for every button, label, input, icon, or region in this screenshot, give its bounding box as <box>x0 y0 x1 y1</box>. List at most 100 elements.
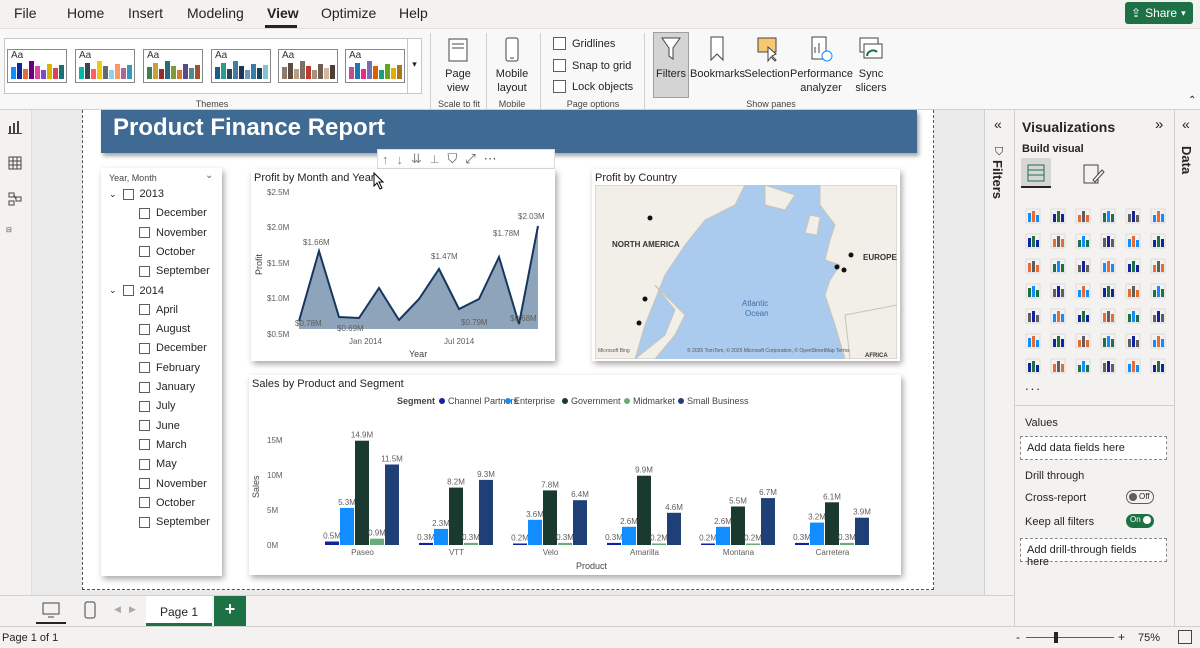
bar[interactable] <box>667 512 681 545</box>
card-visual-icon[interactable] <box>1150 283 1166 299</box>
bar[interactable] <box>370 538 384 545</box>
checkbox-box[interactable] <box>139 265 150 277</box>
expand-chevron-icon[interactable]: « <box>994 116 1002 132</box>
bar[interactable] <box>701 543 715 546</box>
slicer-visual-icon[interactable] <box>1075 308 1091 324</box>
keep-all-filters-toggle[interactable]: On <box>1126 514 1154 528</box>
more-visuals-icon[interactable]: ... <box>1025 378 1042 393</box>
arrow-visual-icon[interactable] <box>1150 358 1166 374</box>
prev-page-icon[interactable]: ◀ <box>114 604 121 615</box>
selection-pane-button[interactable]: Selection <box>744 35 790 81</box>
checkbox-box[interactable] <box>139 420 150 432</box>
checkbox-box[interactable] <box>122 285 134 296</box>
azure-map-visual-icon[interactable] <box>1100 283 1116 299</box>
focus-mode-icon[interactable]: ⤢ <box>465 151 475 167</box>
area-visual-icon[interactable] <box>1050 233 1066 249</box>
bar[interactable] <box>746 543 760 546</box>
gridlines-checkbox[interactable]: Gridlines <box>553 37 615 50</box>
checkbox-box[interactable] <box>139 323 150 335</box>
zoom-in-button[interactable]: + <box>1118 630 1125 644</box>
multi-row-card-visual-icon[interactable] <box>1025 308 1041 324</box>
slicer-month-item[interactable]: February <box>139 362 200 374</box>
chevron-down-icon[interactable]: ⌄ <box>109 189 117 200</box>
slicer-month-item[interactable]: April <box>139 304 178 316</box>
expand-chevron-icon[interactable]: « <box>1182 116 1190 132</box>
bar[interactable] <box>325 541 339 546</box>
slicer-month-item[interactable]: January <box>139 381 195 393</box>
slicer-month-item[interactable]: September <box>139 265 210 277</box>
data-pane[interactable]: « Data <box>1174 110 1200 626</box>
zoom-slider-track[interactable] <box>1026 637 1114 638</box>
bar[interactable] <box>419 542 433 545</box>
format-visual-tab[interactable] <box>1081 162 1105 189</box>
report-title-banner[interactable]: Product Finance Report <box>101 110 917 153</box>
narrative-visual-icon[interactable] <box>1100 358 1116 374</box>
performance-analyzer-button[interactable]: Performance analyzer <box>790 35 853 95</box>
menu-optimize[interactable]: Optimize <box>321 5 376 21</box>
clustered-column-visual-icon[interactable] <box>1100 208 1116 224</box>
checkbox-box[interactable] <box>139 304 150 316</box>
bar[interactable] <box>716 526 730 545</box>
cross-report-toggle[interactable]: Off <box>1126 490 1154 504</box>
menu-home[interactable]: Home <box>67 5 104 21</box>
smart-narrative-visual-icon[interactable] <box>1125 333 1141 349</box>
bar[interactable] <box>840 542 854 545</box>
bar[interactable] <box>825 502 839 545</box>
drill-through-drop-zone[interactable]: Add drill-through fields here <box>1020 538 1167 568</box>
checkbox-box[interactable] <box>139 478 150 489</box>
expand-next-level-icon[interactable]: ⇊ <box>411 151 422 167</box>
bar[interactable] <box>622 526 636 545</box>
bar[interactable] <box>731 506 745 546</box>
collapse-chevron-icon[interactable]: » <box>1155 116 1163 133</box>
menu-insert[interactable]: Insert <box>128 5 163 21</box>
theme-1[interactable]: Aa <box>7 49 67 83</box>
clustered-bar-visual-icon[interactable] <box>1075 208 1091 224</box>
bar[interactable] <box>340 507 354 545</box>
fit-to-page-icon[interactable] <box>1178 630 1192 644</box>
table-view-icon[interactable] <box>8 156 22 173</box>
key-influencers-visual-icon[interactable] <box>1050 333 1066 349</box>
slicer-year-2013[interactable]: ⌄ 2013 <box>109 188 164 200</box>
zoom-out-button[interactable]: - <box>1016 630 1020 644</box>
ribbon-visual-icon[interactable] <box>1025 258 1041 274</box>
bar[interactable] <box>464 542 478 545</box>
legend-item[interactable]: Government <box>571 396 621 406</box>
menu-help[interactable]: Help <box>399 5 428 21</box>
menu-view[interactable]: View <box>267 5 299 21</box>
100-stacked-bar-visual-icon[interactable] <box>1125 208 1141 224</box>
line-and-stacked-column-visual-icon[interactable] <box>1125 233 1141 249</box>
slicer-month-item[interactable]: November <box>139 227 207 239</box>
share-button[interactable]: ⇪ Share ▾ <box>1125 2 1193 24</box>
checkbox-box[interactable] <box>122 188 134 200</box>
bar[interactable] <box>449 487 463 545</box>
bar[interactable] <box>513 543 527 546</box>
collapse-ribbon-chevron-icon[interactable]: ⌃ <box>1188 95 1196 106</box>
theme-5[interactable]: Aa <box>278 49 338 83</box>
chevron-down-icon[interactable]: ⌄ <box>205 170 213 181</box>
slicer-month-item[interactable]: March <box>139 439 187 451</box>
line-visual-icon[interactable] <box>1025 233 1041 249</box>
gauge-visual-icon[interactable] <box>1125 283 1141 299</box>
power-automate-visual-icon[interactable] <box>1075 358 1091 374</box>
slicer-month-item[interactable]: September <box>139 516 210 528</box>
checkbox-box[interactable] <box>139 458 150 470</box>
bar[interactable] <box>637 475 651 545</box>
slicer-month-item[interactable]: October <box>139 246 195 258</box>
stacked-bar-visual-icon[interactable] <box>1025 208 1041 224</box>
checkbox-box[interactable] <box>139 497 150 509</box>
dax-query-view-icon[interactable]: ⊟ <box>6 226 12 234</box>
desktop-layout-icon[interactable] <box>36 598 66 624</box>
qa-visual-icon[interactable] <box>1100 333 1116 349</box>
profit-map[interactable]: Profit by Country NORTH AMERICA EUROPE A… <box>592 169 900 361</box>
filter-icon[interactable]: ⛉ <box>448 151 458 167</box>
page-view-button[interactable]: Page view <box>440 37 476 95</box>
lock-objects-checkbox[interactable]: Lock objects <box>553 80 633 93</box>
line-and-clustered-column-visual-icon[interactable] <box>1150 233 1166 249</box>
themes-more-chevron-icon[interactable]: ▾ <box>407 39 421 93</box>
profit-line-chart[interactable]: Profit by Month and Year $2.5M $2.0M $1.… <box>251 169 555 361</box>
menu-file[interactable]: File <box>14 5 37 21</box>
map-visual-icon[interactable] <box>1050 283 1066 299</box>
kpi-visual-icon[interactable] <box>1050 308 1066 324</box>
year-month-slicer[interactable]: Year, Month ⌄ ⌄ 2013 December November Octob… <box>101 168 222 576</box>
waterfall-visual-icon[interactable] <box>1050 258 1066 274</box>
